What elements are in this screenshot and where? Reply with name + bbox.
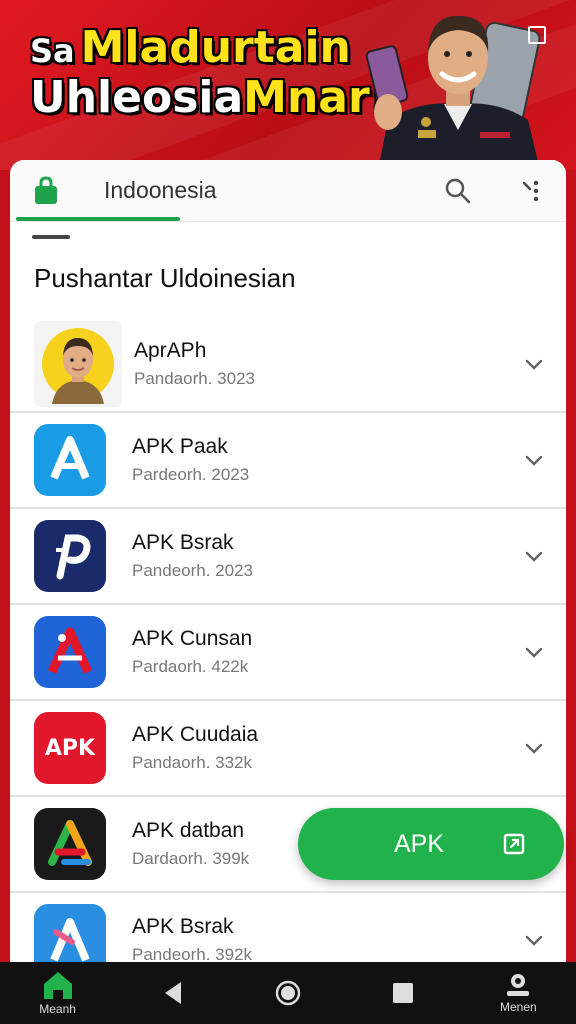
list-item[interactable]: APK APK Cuudaia Pandaorh. 332k xyxy=(10,701,566,797)
chevron-down-icon[interactable] xyxy=(522,640,546,664)
recents-square-icon xyxy=(393,983,414,1003)
open-external-icon xyxy=(503,833,525,855)
app-a-red-blue-icon xyxy=(34,616,106,688)
banner-prefix: Sa xyxy=(30,32,75,70)
banner-line2-white: Uhleosia xyxy=(30,72,244,123)
search-icon xyxy=(445,178,471,203)
nav-home-label: Meanh xyxy=(39,1002,76,1016)
app-meta: Pandaorh. 3023 xyxy=(134,369,255,388)
chevron-down-icon[interactable] xyxy=(522,736,546,760)
app-name: APK Paak xyxy=(132,435,228,458)
avatar-portrait-icon xyxy=(34,321,122,407)
banner-line1: Mladurtain xyxy=(80,22,351,73)
back-triangle-icon xyxy=(164,982,181,1004)
corner-square-icon[interactable] xyxy=(528,26,546,44)
chevron-down-icon[interactable] xyxy=(522,928,546,952)
list-item[interactable]: APK Bsrak Pandeorh. 392k xyxy=(10,893,566,962)
app-name: APK Cuudaia xyxy=(132,723,259,746)
nav-profile[interactable]: Menen xyxy=(473,962,563,1024)
more-vertical-icon xyxy=(522,180,539,201)
app-meta: Pardaorh. 422k xyxy=(132,657,249,676)
list-item[interactable]: APK Paak Pardeorh. 2023 xyxy=(10,413,566,509)
home-circle-icon xyxy=(275,980,301,1006)
profile-icon xyxy=(507,974,530,996)
app-meta: Pandeorh. 392k xyxy=(132,945,253,962)
list-item[interactable]: AprAPh Pandaorh. 3023 xyxy=(10,317,566,413)
chevron-down-icon[interactable] xyxy=(522,544,546,568)
chevron-down-icon[interactable] xyxy=(522,352,546,376)
promo-banner: Sa Mladurtain UhleosiaMnar! xyxy=(0,0,576,170)
banner-title: Sa Mladurtain UhleosiaMnar! xyxy=(30,26,390,120)
section-title: Pushantar Uldoinesian xyxy=(34,263,296,293)
nav-profile-label: Menen xyxy=(499,1000,537,1014)
nav-recents[interactable] xyxy=(358,962,448,1024)
home-icon xyxy=(43,972,72,999)
app-meta: Pardeorh. 2023 xyxy=(132,465,250,484)
active-tab-indicator xyxy=(16,217,180,221)
search-button[interactable] xyxy=(438,171,478,211)
apk-icon-text: APK xyxy=(44,735,96,761)
nav-back[interactable] xyxy=(128,962,218,1024)
apk-download-button[interactable]: APK xyxy=(298,808,564,880)
apk-red-icon: APK xyxy=(34,712,106,784)
fab-label: APK xyxy=(394,829,445,858)
nav-home-circle[interactable] xyxy=(243,962,333,1024)
app-a-pink-blue-icon xyxy=(34,904,106,962)
app-name: APK Cunsan xyxy=(132,627,253,650)
list-item[interactable]: APK Bsrak Pandeorh. 2023 xyxy=(10,509,566,605)
bottom-nav: Meanh Menen xyxy=(0,962,576,1024)
chevron-down-icon[interactable] xyxy=(522,448,546,472)
more-button[interactable] xyxy=(512,171,552,211)
app-a-blue-icon xyxy=(34,424,106,496)
app-name: AprAPh xyxy=(134,339,207,362)
app-a-multicolor-icon xyxy=(34,808,106,880)
top-bar: Indoonesia xyxy=(10,160,566,222)
app-name: APK Bsrak xyxy=(132,531,234,554)
app-meta: Pandeorh. 2023 xyxy=(132,561,253,580)
list-item[interactable]: APK Cunsan Pardaorh. 422k xyxy=(10,605,566,701)
app-meta: Pandaorh. 332k xyxy=(132,753,253,772)
nav-home[interactable]: Meanh xyxy=(13,962,103,1024)
app-name: APK Bsrak xyxy=(132,915,234,938)
tab-indonesia[interactable]: Indoonesia xyxy=(104,177,217,204)
app-p-navy-icon xyxy=(34,520,106,592)
shopping-bag-icon[interactable] xyxy=(32,175,60,206)
